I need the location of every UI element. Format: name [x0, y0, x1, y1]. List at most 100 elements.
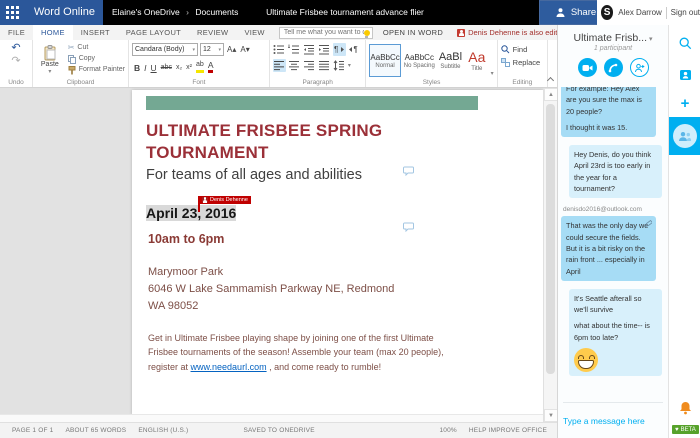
- increase-indent-button[interactable]: [318, 43, 331, 56]
- cut-button[interactable]: ✂Cut: [68, 43, 125, 53]
- font-group-label: Font: [129, 79, 269, 86]
- chat-panel: Ultimate Frisb...▾ 1 participant For exa…: [557, 25, 668, 438]
- justify-button[interactable]: [318, 59, 331, 72]
- bullet-list-button[interactable]: [273, 43, 286, 56]
- scroll-down-button[interactable]: ▼: [544, 409, 558, 422]
- tab-home[interactable]: HOME: [33, 25, 73, 40]
- app-launcher-button[interactable]: [0, 0, 25, 25]
- collapse-ribbon-button[interactable]: [547, 77, 554, 84]
- strikethrough-button[interactable]: abc: [161, 63, 172, 73]
- align-left-button[interactable]: [273, 59, 286, 72]
- group-avatar: [673, 124, 697, 148]
- style-subtitle[interactable]: AaBl Subtitle: [438, 44, 463, 77]
- active-conversation-tile[interactable]: [669, 117, 700, 155]
- shrink-font-button[interactable]: A▾: [239, 45, 250, 54]
- open-in-word-button[interactable]: OPEN IN WORD: [383, 28, 443, 37]
- edited-pencil-icon[interactable]: [645, 220, 652, 227]
- tab-page-layout[interactable]: PAGE LAYOUT: [118, 25, 189, 40]
- styles-group-label: Styles: [366, 79, 496, 86]
- word-count[interactable]: ABOUT 65 WORDS: [65, 427, 126, 434]
- font-size-combo[interactable]: 12▾: [200, 43, 224, 56]
- format-painter-button[interactable]: Format Painter: [68, 65, 125, 75]
- undo-group: ↶ ↷ Undo: [0, 40, 33, 87]
- tab-file[interactable]: FILE: [0, 25, 33, 40]
- bold-button[interactable]: B: [134, 63, 140, 73]
- tab-view[interactable]: VIEW: [236, 25, 272, 40]
- style-name: Subtitle: [440, 64, 460, 70]
- comment-bubble-icon[interactable]: [403, 222, 414, 232]
- highlight-color-button[interactable]: ab: [196, 60, 204, 73]
- style-no-spacing[interactable]: AaBbCc No Spacing: [403, 44, 436, 77]
- ribbon: ↶ ↷ Undo Paste ▾ ✂Cut Copy Format Painte…: [0, 40, 557, 88]
- language-indicator[interactable]: ENGLISH (U.S.): [138, 427, 188, 434]
- zoom-level[interactable]: 100%: [439, 427, 456, 434]
- style-normal[interactable]: AaBbCc Normal: [369, 44, 400, 77]
- superscript-button[interactable]: x²: [186, 63, 192, 73]
- chat-message-input[interactable]: [563, 416, 674, 426]
- svg-text:¶: ¶: [354, 45, 358, 54]
- lightbulb-icon: [364, 30, 370, 36]
- notifications-bell-icon[interactable]: [669, 401, 700, 415]
- paste-button[interactable]: Paste ▾: [36, 43, 64, 77]
- coauthor-flag[interactable]: Denis Dehenne: [198, 196, 251, 212]
- copy-label: Copy: [79, 54, 95, 64]
- new-conversation-button[interactable]: +: [669, 97, 700, 111]
- undo-button[interactable]: ↶: [11, 43, 20, 54]
- replace-button[interactable]: Replace: [501, 58, 544, 67]
- find-button[interactable]: Find: [501, 45, 544, 54]
- text-direction-ltr-button[interactable]: ¶: [333, 43, 346, 56]
- flier-time: 10am to 6pm: [148, 232, 529, 246]
- decrease-indent-button[interactable]: [303, 43, 316, 56]
- italic-button[interactable]: I: [144, 63, 146, 73]
- flier-body: Get in Ultimate Frisbee playing shape by…: [148, 331, 450, 376]
- skype-icon[interactable]: S: [601, 5, 613, 20]
- text-direction-rtl-button[interactable]: ¶: [348, 43, 361, 56]
- align-right-button[interactable]: [303, 59, 316, 72]
- help-improve-office-link[interactable]: HELP IMPROVE OFFICE: [469, 427, 547, 434]
- vertical-scrollbar[interactable]: ▲ ▼: [543, 88, 557, 422]
- chat-message-received: That was the only day we could secure th…: [561, 216, 656, 280]
- horizontal-scrollbar[interactable]: [0, 414, 543, 422]
- heart-icon: ♥: [675, 427, 679, 433]
- chat-conversation-title[interactable]: Ultimate Frisb...▾: [558, 32, 668, 44]
- paragraph-more-button[interactable]: ▾: [348, 62, 351, 69]
- copy-button[interactable]: Copy: [68, 54, 125, 64]
- video-call-button[interactable]: [578, 58, 597, 77]
- contacts-button[interactable]: [669, 69, 700, 81]
- tell-me-box[interactable]: [279, 27, 373, 39]
- coediting-indicator[interactable]: Denis Dehenne is also editing ▾: [457, 28, 573, 37]
- scrollbar-thumb[interactable]: [546, 104, 555, 374]
- align-center-button[interactable]: [288, 59, 301, 72]
- style-title[interactable]: Aa Title: [465, 44, 489, 77]
- tell-me-input[interactable]: [284, 29, 364, 36]
- grow-font-button[interactable]: A▴: [226, 45, 237, 54]
- add-participant-button[interactable]: [630, 58, 649, 77]
- chat-messages[interactable]: For example: Hey Alex are you sure the m…: [558, 87, 668, 402]
- search-button[interactable]: [669, 37, 700, 50]
- body-link[interactable]: www.needaurl.com: [191, 362, 267, 372]
- font-color-button[interactable]: A: [208, 60, 214, 73]
- numbered-list-button[interactable]: [288, 43, 301, 56]
- tab-insert[interactable]: INSERT: [73, 25, 118, 40]
- document-title[interactable]: Ultimate Frisbee tournament advance flie…: [200, 0, 490, 25]
- scroll-up-button[interactable]: ▲: [544, 88, 558, 101]
- underline-button[interactable]: U: [151, 63, 157, 73]
- line-spacing-button[interactable]: [333, 59, 346, 72]
- voice-call-button[interactable]: [604, 58, 623, 77]
- redo-button[interactable]: ↷: [11, 56, 20, 67]
- breadcrumb-root[interactable]: Elaine's OneDrive: [112, 7, 180, 17]
- tab-review[interactable]: REVIEW: [189, 25, 236, 40]
- save-status: SAVED TO ONEDRIVE: [243, 427, 314, 434]
- style-preview: Aa: [468, 49, 485, 65]
- document-page[interactable]: ULTIMATE FRISBEE SPRING TOURNAMENT For t…: [132, 90, 543, 415]
- user-name[interactable]: Alex Darrow: [618, 8, 662, 17]
- font-family-combo[interactable]: Candara (Body)▾: [132, 43, 198, 56]
- styles-more-button[interactable]: ▾: [491, 70, 494, 77]
- chat-message-sent: Hey Denis, do you think April 23rd is to…: [569, 145, 662, 198]
- message-text: For example: Hey Alex are you sure the m…: [566, 87, 651, 117]
- sign-out-link[interactable]: Sign out: [671, 8, 700, 17]
- subscript-button[interactable]: x₂: [176, 63, 182, 73]
- app-name[interactable]: Word Online: [25, 0, 103, 25]
- search-icon: [679, 37, 692, 50]
- comment-bubble-icon[interactable]: [403, 166, 414, 176]
